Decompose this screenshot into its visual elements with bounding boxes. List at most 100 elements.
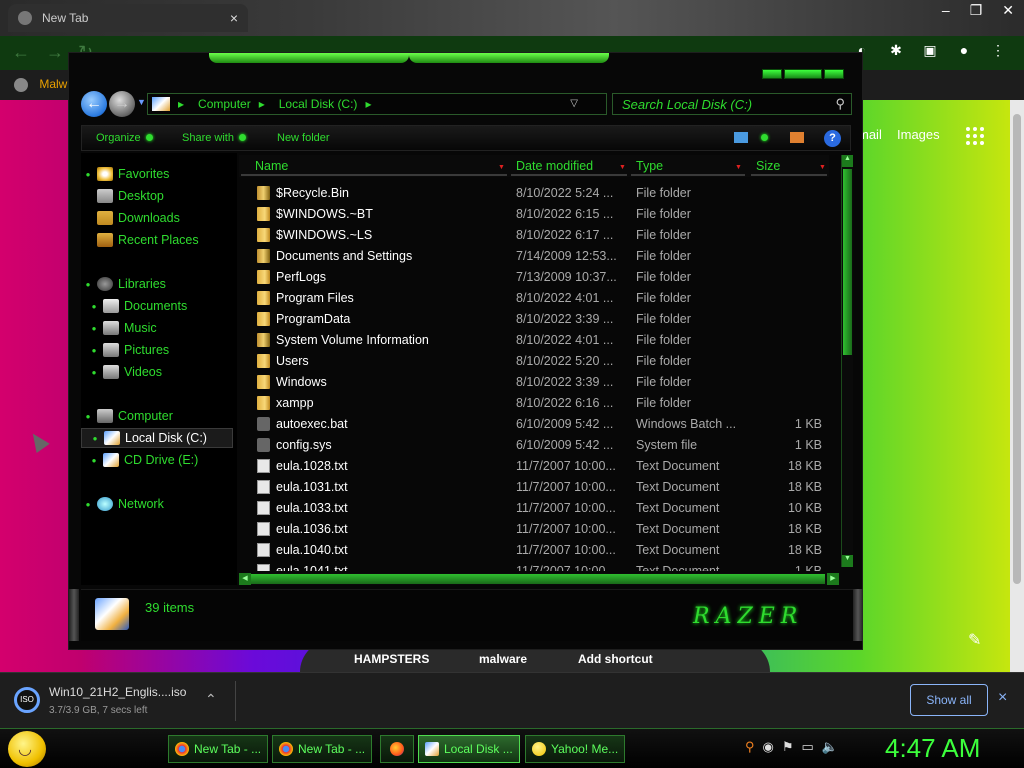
shortcut-hampsters[interactable]: HAMPSTERS [354, 652, 429, 666]
images-link[interactable]: Images [897, 127, 940, 142]
show-all-button[interactable]: Show all [910, 684, 988, 716]
start-button[interactable]: ◡ [8, 731, 46, 767]
shortcut-malware[interactable]: malware [479, 652, 527, 666]
chevron-up-icon[interactable]: ⌃ [205, 691, 217, 708]
search-icon[interactable]: ⚲ [835, 96, 845, 112]
sidepanel-icon[interactable]: ▣ [920, 42, 940, 62]
customize-pencil-icon[interactable]: ✎ [968, 630, 981, 650]
file-row[interactable]: eula.1028.txt 11/7/2007 10:00... Text Docu… [239, 456, 837, 477]
back-button[interactable]: ← [81, 91, 107, 117]
network-icon[interactable]: ▭ [802, 739, 814, 755]
shortcut-add[interactable]: Add shortcut [578, 652, 653, 666]
scroll-right-icon[interactable]: ▶ [827, 573, 839, 585]
vertical-scroll-thumb[interactable] [843, 169, 852, 355]
page-scrollbar[interactable] [1010, 100, 1024, 672]
file-row[interactable]: Windows 8/10/2022 3:39 ... File folder [239, 372, 837, 393]
messenger-tray-icon[interactable]: ◉ [763, 739, 774, 755]
file-row[interactable]: $WINDOWS.~LS 8/10/2022 6:17 ... File folde… [239, 225, 837, 246]
file-row[interactable]: config.sys 6/10/2009 5:42 ... System file 1… [239, 435, 837, 456]
minimize-icon[interactable] [762, 69, 782, 79]
nav-downloads[interactable]: Downloads [95, 208, 249, 228]
expand-bullet-icon[interactable]: ● [87, 324, 101, 333]
expand-bullet-icon[interactable]: ● [87, 302, 101, 311]
file-row[interactable]: eula.1041.txt 11/7/2007 10:00... Text Docu… [239, 561, 837, 571]
action-center-flag-icon[interactable]: ⚑ [782, 739, 794, 755]
nav-libraries[interactable]: ● Libraries [81, 274, 235, 294]
expand-bullet-icon[interactable]: ● [87, 456, 101, 465]
expand-bullet-icon[interactable]: ● [81, 412, 95, 421]
extensions-icon[interactable]: ✱ [886, 42, 906, 62]
nav-music[interactable]: ● Music [87, 318, 241, 338]
taskbar-chrome-2[interactable]: New Tab - ... [272, 735, 372, 763]
search-box[interactable]: Search Local Disk (C:) ⚲ [612, 93, 852, 115]
breadcrumb-computer[interactable]: Computer [198, 97, 251, 111]
recent-pages-dropdown-icon[interactable]: ▼ [137, 97, 146, 107]
column-dropdown-icon[interactable]: ▼ [498, 164, 505, 171]
file-row[interactable]: System Volume Information 8/10/2022 4:01 … [239, 330, 837, 351]
breadcrumb-separator[interactable]: ▸ [365, 97, 371, 111]
preview-pane-icon[interactable] [790, 132, 804, 143]
nav-pictures[interactable]: ● Pictures [87, 340, 241, 360]
close-download-bar-icon[interactable]: × [998, 689, 1007, 707]
share-with-button[interactable]: Share with [182, 132, 246, 144]
address-bar[interactable]: ▸ Computer ▸ Local Disk (C:) ▸ ▽ ⇆ [147, 93, 630, 115]
nav-network[interactable]: ● Network [81, 494, 235, 514]
nav-favorites[interactable]: ● Favorites [81, 164, 235, 184]
taskbar-yahoo[interactable]: Yahoo! Me... [525, 735, 625, 763]
help-icon[interactable]: ? [824, 130, 841, 147]
account-icon[interactable]: ● [954, 42, 974, 62]
expand-bullet-icon[interactable]: ● [87, 368, 101, 377]
file-row[interactable]: Program Files 8/10/2022 4:01 ... File fold… [239, 288, 837, 309]
taskbar-chrome-1[interactable]: New Tab - ... [168, 735, 268, 763]
forward-button[interactable]: → [109, 91, 135, 117]
close-icon[interactable]: ✕ [1002, 2, 1014, 19]
volume-icon[interactable]: 🔈 [822, 739, 838, 755]
breadcrumb-separator[interactable]: ▸ [259, 97, 265, 111]
menu-icon[interactable]: ⋮ [988, 42, 1008, 62]
expand-bullet-icon[interactable]: ● [81, 500, 95, 509]
file-row[interactable]: eula.1040.txt 11/7/2007 10:00... Text Docu… [239, 540, 837, 561]
close-icon[interactable] [824, 69, 844, 79]
list-vertical-scrollbar[interactable]: ▲ ▼ [841, 155, 853, 567]
column-dropdown-icon[interactable]: ▼ [619, 164, 626, 171]
file-row[interactable]: Users 8/10/2022 5:20 ... File folder [239, 351, 837, 372]
nav-documents[interactable]: ● Documents [87, 296, 241, 316]
address-dropdown-icon[interactable]: ▽ [570, 98, 578, 109]
taskbar-firefox[interactable] [380, 735, 414, 763]
file-row[interactable]: $WINDOWS.~BT 8/10/2022 6:15 ... File folde… [239, 204, 837, 225]
file-row[interactable]: eula.1036.txt 11/7/2007 10:00... Text Docu… [239, 519, 837, 540]
new-folder-button[interactable]: New folder [277, 132, 330, 144]
column-date-modified[interactable]: Date modified [516, 159, 593, 173]
file-row[interactable]: ProgramData 8/10/2022 3:39 ... File folder [239, 309, 837, 330]
view-options-icon[interactable] [734, 132, 748, 143]
breadcrumb-local-disk[interactable]: Local Disk (C:) [279, 97, 358, 111]
file-row[interactable]: $Recycle.Bin 8/10/2022 5:24 ... File folde… [239, 183, 837, 204]
scroll-up-icon[interactable]: ▲ [842, 155, 853, 167]
scroll-down-icon[interactable]: ▼ [842, 555, 853, 567]
minimize-icon[interactable]: – [942, 2, 950, 19]
expand-bullet-icon[interactable]: ● [81, 170, 95, 179]
column-dropdown-icon[interactable]: ▼ [819, 164, 826, 171]
taskbar-clock[interactable]: 4:47 AM [885, 733, 980, 764]
search-icon[interactable]: ⚲ [745, 739, 755, 755]
view-dropdown[interactable] [756, 132, 768, 144]
expand-bullet-icon[interactable]: ● [87, 346, 101, 355]
file-row[interactable]: autoexec.bat 6/10/2009 5:42 ... Windows Ba… [239, 414, 837, 435]
maximize-icon[interactable] [784, 69, 822, 79]
forward-arrow-icon[interactable]: → [46, 42, 64, 63]
nav-desktop[interactable]: Desktop [95, 186, 249, 206]
file-row[interactable]: Documents and Settings 7/14/2009 12:53...… [239, 246, 837, 267]
column-dropdown-icon[interactable]: ▼ [735, 164, 742, 171]
organize-button[interactable]: Organize [96, 132, 153, 144]
taskbar-explorer[interactable]: Local Disk ... [418, 735, 520, 763]
expand-bullet-icon[interactable]: ● [88, 434, 102, 443]
breadcrumb-separator[interactable]: ▸ [178, 97, 184, 111]
file-row[interactable]: eula.1033.txt 11/7/2007 10:00... Text Docu… [239, 498, 837, 519]
file-row[interactable]: xampp 8/10/2022 6:16 ... File folder [239, 393, 837, 414]
nav-local-disk[interactable]: ● Local Disk (C:) [81, 428, 233, 448]
nav-computer[interactable]: ● Computer [81, 406, 235, 426]
browser-tab[interactable]: New Tab × [8, 4, 248, 32]
file-row[interactable]: PerfLogs 7/13/2009 10:37... File folder [239, 267, 837, 288]
download-filename[interactable]: Win10_21H2_Englis....iso [49, 685, 186, 699]
file-row[interactable]: eula.1031.txt 11/7/2007 10:00... Text Docu… [239, 477, 837, 498]
